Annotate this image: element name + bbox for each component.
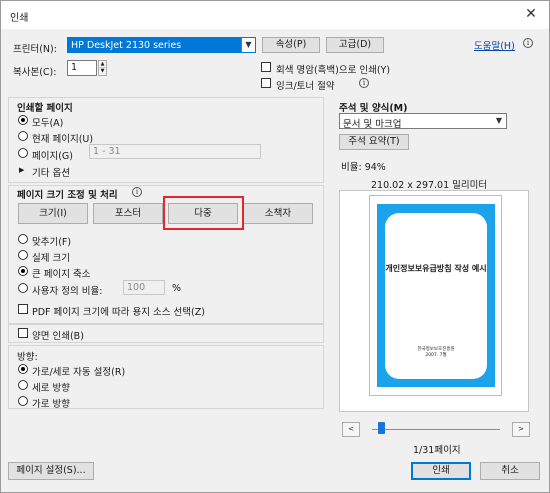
percent-unit: % <box>172 283 182 294</box>
tab-size[interactable]: 크기(I) <box>18 203 88 224</box>
printer-select[interactable]: HP DeskJet 2130 series ▼ <box>67 37 256 53</box>
copies-label: 복사본(C): <box>13 67 57 78</box>
window-title: 인쇄 <box>10 13 29 24</box>
help-link[interactable]: 도움말(H) <box>474 38 515 52</box>
custom-scale-radio[interactable] <box>18 283 28 293</box>
preview-scale: 비율: 94% <box>341 162 386 173</box>
title-bar: 인쇄 ✕ <box>1 1 549 29</box>
duplex-checkbox[interactable] <box>18 328 28 338</box>
more-options-label[interactable]: 기타 옵션 <box>32 165 70 179</box>
copies-input-value: 1 <box>71 62 78 73</box>
summarize-comments-button[interactable]: 주석 요약(T) <box>339 134 409 150</box>
shrink-radio[interactable] <box>18 266 28 276</box>
highlight-box <box>163 196 244 230</box>
preview-doc-title: 개인정보보유급방침 작성 예시 <box>385 264 487 273</box>
properties-button[interactable]: 속성(P) <box>262 37 320 53</box>
next-page-button[interactable]: > <box>512 422 530 437</box>
spin-down-icon[interactable]: ▼ <box>99 68 106 75</box>
comments-select[interactable]: 문서 및 마크업 ▼ <box>339 113 507 130</box>
print-button[interactable]: 인쇄 <box>411 462 471 480</box>
page-range-value: 1 - 31 <box>93 146 121 157</box>
all-pages-label: 모두(A) <box>32 118 64 129</box>
landscape-label: 가로 방향 <box>32 399 70 410</box>
save-ink-label: 잉크/토너 절약 <box>276 81 335 92</box>
comments-select-value: 문서 및 마크업 <box>343 119 402 130</box>
printer-select-value: HP DeskJet 2130 series <box>71 40 182 51</box>
page-range-input[interactable]: 1 - 31 <box>89 144 261 159</box>
sizing-info-icon[interactable]: i <box>132 187 142 197</box>
prev-page-button[interactable]: < <box>342 422 360 437</box>
choose-source-checkbox[interactable] <box>18 304 28 314</box>
copies-spinner[interactable]: ▲ ▼ <box>98 60 107 76</box>
pages-to-print-title: 인쇄할 페이지 <box>17 103 73 114</box>
page-counter: 1/31페이지 <box>413 445 461 456</box>
preview-dimensions: 210.02 x 297.01 밀리미터 <box>371 180 488 191</box>
tab-booklet[interactable]: 소책자 <box>243 203 313 224</box>
close-icon[interactable]: ✕ <box>521 4 541 24</box>
preview-cover-card: 개인정보보유급방침 작성 예시 한국정보보호진흥원 2007. 7월 <box>385 213 487 379</box>
custom-scale-input[interactable]: 100 <box>123 280 165 295</box>
page-sizing-title: 페이지 크기 조정 및 처리 <box>17 190 118 201</box>
grayscale-label: 회색 명암(흑백)으로 인쇄(Y) <box>276 65 391 76</box>
chevron-down-icon[interactable]: ▼ <box>241 38 255 52</box>
current-page-radio[interactable] <box>18 131 28 141</box>
current-page-label: 현재 페이지(U) <box>32 134 94 145</box>
page-range-label: 페이지(G) <box>32 151 73 162</box>
preview-doc-date: 2007. 7월 <box>425 353 447 358</box>
comments-title: 주석 및 양식(M) <box>339 103 408 114</box>
page-range-radio[interactable] <box>18 148 28 158</box>
actual-size-label: 실제 크기 <box>32 253 70 264</box>
tab-poster[interactable]: 포스터 <box>93 203 163 224</box>
landscape-radio[interactable] <box>18 396 28 406</box>
custom-scale-value: 100 <box>127 282 146 293</box>
fit-radio[interactable] <box>18 234 28 244</box>
cancel-button[interactable]: 취소 <box>480 462 540 480</box>
choose-source-label: PDF 페이지 크기에 따라 용지 소스 선택(Z) <box>32 307 205 318</box>
expand-triangle-icon[interactable]: ▶ <box>19 166 24 174</box>
page-slider-track[interactable] <box>372 429 500 430</box>
chevron-down-icon[interactable]: ▼ <box>492 114 506 128</box>
portrait-radio[interactable] <box>18 380 28 390</box>
save-ink-info-icon[interactable]: i <box>359 78 369 88</box>
spin-up-icon[interactable]: ▲ <box>99 61 106 68</box>
printer-label: 프린터(N): <box>13 44 57 55</box>
info-icon[interactable]: i <box>523 38 533 48</box>
print-dialog: 인쇄 ✕ 프린터(N): HP DeskJet 2130 series ▼ 속성… <box>0 0 550 493</box>
portrait-label: 세로 방향 <box>32 383 70 394</box>
save-ink-checkbox[interactable] <box>261 78 271 88</box>
advanced-button[interactable]: 고급(D) <box>326 37 384 53</box>
duplex-label: 양면 인쇄(B) <box>32 331 84 342</box>
auto-orientation-radio[interactable] <box>18 364 28 374</box>
preview-page-cover: 개인정보보유급방침 작성 예시 한국정보보호진흥원 2007. 7월 <box>377 204 495 387</box>
auto-orientation-label: 가로/세로 자동 설정(R) <box>32 367 126 378</box>
page-slider-thumb[interactable] <box>378 422 385 434</box>
shrink-label: 큰 페이지 축소 <box>32 269 91 280</box>
fit-label: 맞추기(F) <box>32 237 72 248</box>
copies-input[interactable]: 1 <box>67 60 97 76</box>
orientation-title: 방향: <box>17 352 38 363</box>
page-setup-button[interactable]: 페이지 설정(S)... <box>8 462 94 480</box>
custom-scale-label: 사용자 정의 비율: <box>32 286 103 297</box>
actual-size-radio[interactable] <box>18 250 28 260</box>
preview-page: 개인정보보유급방침 작성 예시 한국정보보호진흥원 2007. 7월 <box>369 195 502 396</box>
preview-panel: 개인정보보유급방침 작성 예시 한국정보보호진흥원 2007. 7월 <box>339 190 529 412</box>
all-pages-radio[interactable] <box>18 115 28 125</box>
grayscale-checkbox[interactable] <box>261 62 271 72</box>
